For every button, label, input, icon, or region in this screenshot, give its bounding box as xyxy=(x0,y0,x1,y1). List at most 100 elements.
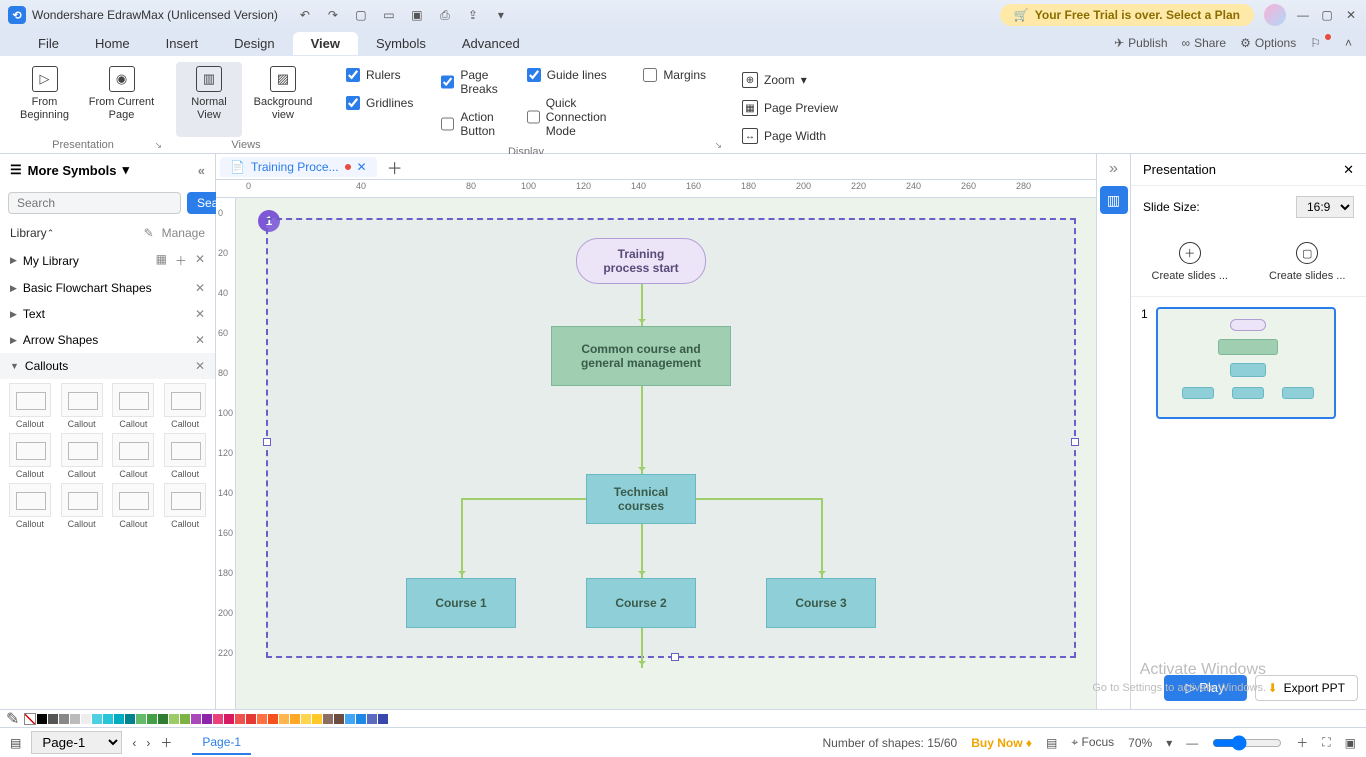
zoom-slider[interactable] xyxy=(1212,735,1282,751)
minimize-icon[interactable]: ― xyxy=(1296,8,1310,22)
callouts-section[interactable]: ▼Callouts✕ xyxy=(0,353,215,379)
page-width-button[interactable]: ↔Page Width xyxy=(736,124,832,148)
close-icon[interactable]: ✕ xyxy=(195,281,205,295)
grid-icon[interactable]: ▦ xyxy=(156,252,167,269)
gallery-item[interactable]: Callout xyxy=(110,433,158,479)
gallery-item[interactable]: Callout xyxy=(6,433,54,479)
expand-right-icon[interactable]: » xyxy=(1109,160,1118,178)
next-page-icon[interactable]: › xyxy=(146,736,150,750)
close-icon[interactable]: ✕ xyxy=(195,333,205,347)
color-swatch[interactable] xyxy=(334,714,344,724)
color-swatch[interactable] xyxy=(158,714,168,724)
close-icon[interactable]: ✕ xyxy=(195,252,205,269)
flow-start-node[interactable]: Training process start xyxy=(576,238,706,284)
gallery-item[interactable]: Callout xyxy=(6,383,54,429)
flow-course3-node[interactable]: Course 3 xyxy=(766,578,876,628)
normal-view-button[interactable]: ▥Normal View xyxy=(176,62,242,137)
group-expand-icon[interactable]: ↘ xyxy=(154,140,162,151)
zoom-button[interactable]: ⊕Zoom▾ xyxy=(736,68,813,92)
close-icon[interactable]: ✕ xyxy=(195,307,205,321)
presentation-rail-button[interactable]: ▥ xyxy=(1100,186,1128,214)
gallery-item[interactable]: Callout xyxy=(161,383,209,429)
basic-flowchart-section[interactable]: ▶Basic Flowchart Shapes✕ xyxy=(0,275,215,301)
color-swatch[interactable] xyxy=(246,714,256,724)
menu-view[interactable]: View xyxy=(293,32,358,55)
add-page-icon[interactable]: ＋ xyxy=(160,734,172,751)
close-panel-icon[interactable]: ✕ xyxy=(1343,162,1354,178)
trial-banner[interactable]: 🛒 Your Free Trial is over. Select a Plan xyxy=(1000,4,1254,26)
color-swatch[interactable] xyxy=(59,714,69,724)
group-expand-icon[interactable]: ↘ xyxy=(714,140,722,151)
color-swatch[interactable] xyxy=(378,714,388,724)
color-swatch[interactable] xyxy=(147,714,157,724)
qa-more-icon[interactable]: ▾ xyxy=(494,8,508,23)
gallery-item[interactable]: Callout xyxy=(161,433,209,479)
fullscreen-icon[interactable]: ▣ xyxy=(1345,736,1356,750)
color-swatch[interactable] xyxy=(279,714,289,724)
export-icon[interactable]: ⇪ xyxy=(466,8,480,23)
color-swatch[interactable] xyxy=(37,714,47,724)
gallery-item[interactable]: Callout xyxy=(161,483,209,529)
color-swatch[interactable] xyxy=(268,714,278,724)
zoom-level[interactable]: 70% xyxy=(1128,736,1152,750)
color-swatch[interactable] xyxy=(169,714,179,724)
slide-thumbnail[interactable] xyxy=(1156,307,1336,419)
print-icon[interactable]: ⎙ xyxy=(438,8,452,23)
color-swatch[interactable] xyxy=(136,714,146,724)
manage-link[interactable]: Manage xyxy=(162,226,205,240)
options-button[interactable]: ⚙ Options xyxy=(1240,36,1296,50)
color-swatch[interactable] xyxy=(345,714,355,724)
color-swatch[interactable] xyxy=(290,714,300,724)
color-swatch[interactable] xyxy=(257,714,267,724)
color-swatch[interactable] xyxy=(70,714,80,724)
color-swatch[interactable] xyxy=(180,714,190,724)
create-slides-frame-button[interactable]: ▢Create slides ... xyxy=(1269,242,1345,282)
fit-page-icon[interactable]: ⛶ xyxy=(1322,735,1330,750)
page-select[interactable]: Page-1 xyxy=(31,731,122,754)
library-label[interactable]: Library xyxy=(10,226,47,240)
add-tab-button[interactable]: ＋ xyxy=(387,155,403,179)
color-swatch[interactable] xyxy=(114,714,124,724)
collapse-ribbon-icon[interactable]: ˄ xyxy=(1345,36,1352,50)
text-section[interactable]: ▶Text✕ xyxy=(0,301,215,327)
menu-file[interactable]: File xyxy=(20,32,77,55)
zoom-in-icon[interactable]: ＋ xyxy=(1296,734,1308,751)
color-swatch[interactable] xyxy=(367,714,377,724)
gallery-item[interactable]: Callout xyxy=(58,433,106,479)
page-preview-button[interactable]: ▦Page Preview xyxy=(736,96,844,120)
page-tab[interactable]: Page-1 xyxy=(192,731,251,755)
eyedropper-icon[interactable]: ✎ xyxy=(6,709,19,729)
margins-checkbox[interactable]: Margins xyxy=(643,68,706,82)
prev-page-icon[interactable]: ‹ xyxy=(132,736,136,750)
undo-icon[interactable]: ↶ xyxy=(298,8,312,23)
menu-advanced[interactable]: Advanced xyxy=(444,32,538,55)
color-swatch[interactable] xyxy=(81,714,91,724)
avatar[interactable] xyxy=(1264,4,1286,26)
page-breaks-checkbox[interactable]: Page Breaks xyxy=(441,68,498,96)
search-input[interactable] xyxy=(8,192,181,214)
layers-icon[interactable]: ▤ xyxy=(1046,736,1057,750)
publish-button[interactable]: ✈ Publish xyxy=(1114,36,1167,50)
color-swatch[interactable] xyxy=(48,714,58,724)
color-swatch[interactable] xyxy=(202,714,212,724)
zoom-out-icon[interactable]: ― xyxy=(1186,736,1198,750)
edit-icon[interactable]: ✎ xyxy=(144,226,154,240)
gallery-item[interactable]: Callout xyxy=(58,383,106,429)
open-icon[interactable]: ▭ xyxy=(382,8,396,23)
my-library-section[interactable]: ▶My Library▦＋✕ xyxy=(0,246,215,275)
color-swatch[interactable] xyxy=(191,714,201,724)
color-swatch[interactable] xyxy=(301,714,311,724)
color-swatch[interactable] xyxy=(103,714,113,724)
save-icon[interactable]: ▣ xyxy=(410,8,424,23)
gridlines-checkbox[interactable]: Gridlines xyxy=(346,96,413,110)
from-beginning-button[interactable]: ▷From Beginning xyxy=(10,62,79,137)
flow-course1-node[interactable]: Course 1 xyxy=(406,578,516,628)
canvas[interactable]: 1 Training process start Common course a… xyxy=(236,198,1096,709)
color-swatch[interactable] xyxy=(92,714,102,724)
redo-icon[interactable]: ↷ xyxy=(326,8,340,23)
new-icon[interactable]: ▢ xyxy=(354,8,368,23)
color-swatch[interactable] xyxy=(312,714,322,724)
add-icon[interactable]: ＋ xyxy=(175,252,187,269)
guide-lines-checkbox[interactable]: Guide lines xyxy=(527,68,616,82)
gallery-item[interactable]: Callout xyxy=(58,483,106,529)
